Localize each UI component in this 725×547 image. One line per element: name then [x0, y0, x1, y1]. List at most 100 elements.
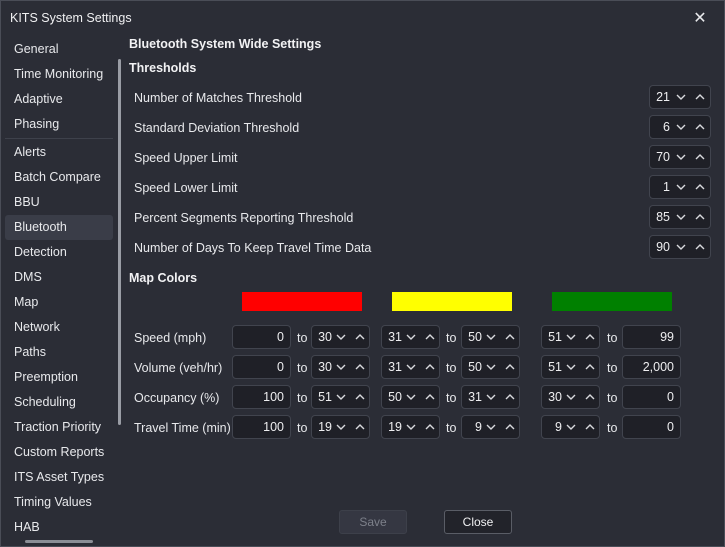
color-swatch[interactable] [242, 292, 362, 311]
map-color-value[interactable]: 51 [544, 330, 562, 344]
color-swatch[interactable] [392, 292, 512, 311]
chevron-up-icon[interactable] [503, 359, 517, 375]
chevron-down-icon[interactable] [484, 359, 498, 375]
map-color-value[interactable]: 50 [384, 390, 402, 404]
chevron-up-icon[interactable] [423, 419, 437, 435]
threshold-stepper[interactable]: 70 [649, 145, 711, 169]
map-color-value[interactable]: 9 [464, 420, 482, 434]
chevron-down-icon[interactable] [564, 389, 578, 405]
threshold-value[interactable]: 6 [652, 120, 670, 134]
chevron-up-icon[interactable] [503, 329, 517, 345]
chevron-up-icon[interactable] [503, 419, 517, 435]
threshold-value[interactable]: 90 [652, 240, 670, 254]
threshold-stepper[interactable]: 85 [649, 205, 711, 229]
threshold-value[interactable]: 21 [652, 90, 670, 104]
chevron-up-icon[interactable] [353, 329, 367, 345]
close-button[interactable]: Close [444, 510, 512, 534]
map-color-value[interactable]: 9 [544, 420, 562, 434]
chevron-up-icon[interactable] [693, 239, 707, 255]
sidebar-item-preemption[interactable]: Preemption [5, 365, 113, 390]
chevron-down-icon[interactable] [674, 179, 688, 195]
map-color-value[interactable]: 30 [544, 390, 562, 404]
map-color-stepper[interactable]: 50 [461, 325, 520, 349]
map-color-value[interactable]: 19 [314, 420, 332, 434]
map-color-stepper[interactable]: 31 [461, 385, 520, 409]
sidebar-item-bluetooth[interactable]: Bluetooth [5, 215, 113, 240]
chevron-up-icon[interactable] [583, 419, 597, 435]
map-color-value-input[interactable]: 2,000 [622, 355, 681, 379]
map-color-value[interactable]: 0 [277, 360, 284, 374]
map-color-stepper[interactable]: 30 [311, 325, 370, 349]
chevron-up-icon[interactable] [353, 389, 367, 405]
threshold-stepper[interactable]: 90 [649, 235, 711, 259]
save-button[interactable]: Save [339, 510, 407, 534]
chevron-up-icon[interactable] [693, 89, 707, 105]
chevron-down-icon[interactable] [404, 389, 418, 405]
chevron-down-icon[interactable] [484, 329, 498, 345]
map-color-value[interactable]: 100 [263, 390, 284, 404]
chevron-down-icon[interactable] [484, 419, 498, 435]
map-color-stepper[interactable]: 19 [311, 415, 370, 439]
chevron-down-icon[interactable] [564, 359, 578, 375]
map-color-stepper[interactable]: 51 [311, 385, 370, 409]
threshold-value[interactable]: 70 [652, 150, 670, 164]
map-color-value-input[interactable]: 100 [232, 415, 291, 439]
chevron-down-icon[interactable] [334, 389, 348, 405]
sidebar-item-adaptive[interactable]: Adaptive [5, 87, 113, 112]
color-swatch[interactable] [552, 292, 672, 311]
chevron-up-icon[interactable] [583, 389, 597, 405]
map-color-stepper[interactable]: 19 [381, 415, 440, 439]
sidebar-item-map[interactable]: Map [5, 290, 113, 315]
map-color-value[interactable]: 51 [544, 360, 562, 374]
map-color-stepper[interactable]: 9 [541, 415, 600, 439]
threshold-stepper[interactable]: 21 [649, 85, 711, 109]
map-color-value[interactable]: 19 [384, 420, 402, 434]
chevron-up-icon[interactable] [693, 179, 707, 195]
map-color-value-input[interactable]: 100 [232, 385, 291, 409]
sidebar-item-timing-values[interactable]: Timing Values [5, 490, 113, 515]
sidebar-item-batch-compare[interactable]: Batch Compare [5, 165, 113, 190]
threshold-value[interactable]: 85 [652, 210, 670, 224]
sidebar-item-hab[interactable]: HAB [5, 515, 113, 540]
sidebar-item-network[interactable]: Network [5, 315, 113, 340]
chevron-down-icon[interactable] [674, 89, 688, 105]
sidebar-item-general[interactable]: General [5, 37, 113, 62]
chevron-down-icon[interactable] [334, 329, 348, 345]
chevron-down-icon[interactable] [404, 329, 418, 345]
chevron-down-icon[interactable] [674, 119, 688, 135]
map-color-stepper[interactable]: 30 [541, 385, 600, 409]
chevron-down-icon[interactable] [564, 419, 578, 435]
map-color-value[interactable]: 30 [314, 330, 332, 344]
map-color-value[interactable]: 31 [384, 330, 402, 344]
chevron-up-icon[interactable] [353, 419, 367, 435]
map-color-stepper[interactable]: 50 [381, 385, 440, 409]
map-color-value-input[interactable]: 0 [232, 325, 291, 349]
map-color-value[interactable]: 50 [464, 360, 482, 374]
threshold-value[interactable]: 1 [652, 180, 670, 194]
chevron-up-icon[interactable] [423, 329, 437, 345]
sidebar-item-detection[interactable]: Detection [5, 240, 113, 265]
chevron-up-icon[interactable] [583, 329, 597, 345]
sidebar-item-time-monitoring[interactable]: Time Monitoring [5, 62, 113, 87]
map-color-stepper[interactable]: 50 [461, 355, 520, 379]
map-color-value[interactable]: 50 [464, 330, 482, 344]
map-color-stepper[interactable]: 51 [541, 325, 600, 349]
map-color-value[interactable]: 2,000 [643, 360, 674, 374]
chevron-up-icon[interactable] [423, 389, 437, 405]
chevron-up-icon[interactable] [503, 389, 517, 405]
map-color-value[interactable]: 100 [263, 420, 284, 434]
chevron-up-icon[interactable] [583, 359, 597, 375]
threshold-stepper[interactable]: 1 [649, 175, 711, 199]
map-color-value[interactable]: 31 [464, 390, 482, 404]
chevron-down-icon[interactable] [484, 389, 498, 405]
chevron-up-icon[interactable] [693, 119, 707, 135]
sidebar-item-traction-priority[interactable]: Traction Priority [5, 415, 113, 440]
sidebar-item-phasing[interactable]: Phasing [5, 112, 113, 137]
chevron-down-icon[interactable] [564, 329, 578, 345]
chevron-up-icon[interactable] [693, 149, 707, 165]
sidebar-item-its-asset-types[interactable]: ITS Asset Types [5, 465, 113, 490]
map-color-value[interactable]: 0 [277, 330, 284, 344]
chevron-down-icon[interactable] [404, 419, 418, 435]
map-color-value[interactable]: 0 [667, 390, 674, 404]
sidebar-item-bbu[interactable]: BBU [5, 190, 113, 215]
